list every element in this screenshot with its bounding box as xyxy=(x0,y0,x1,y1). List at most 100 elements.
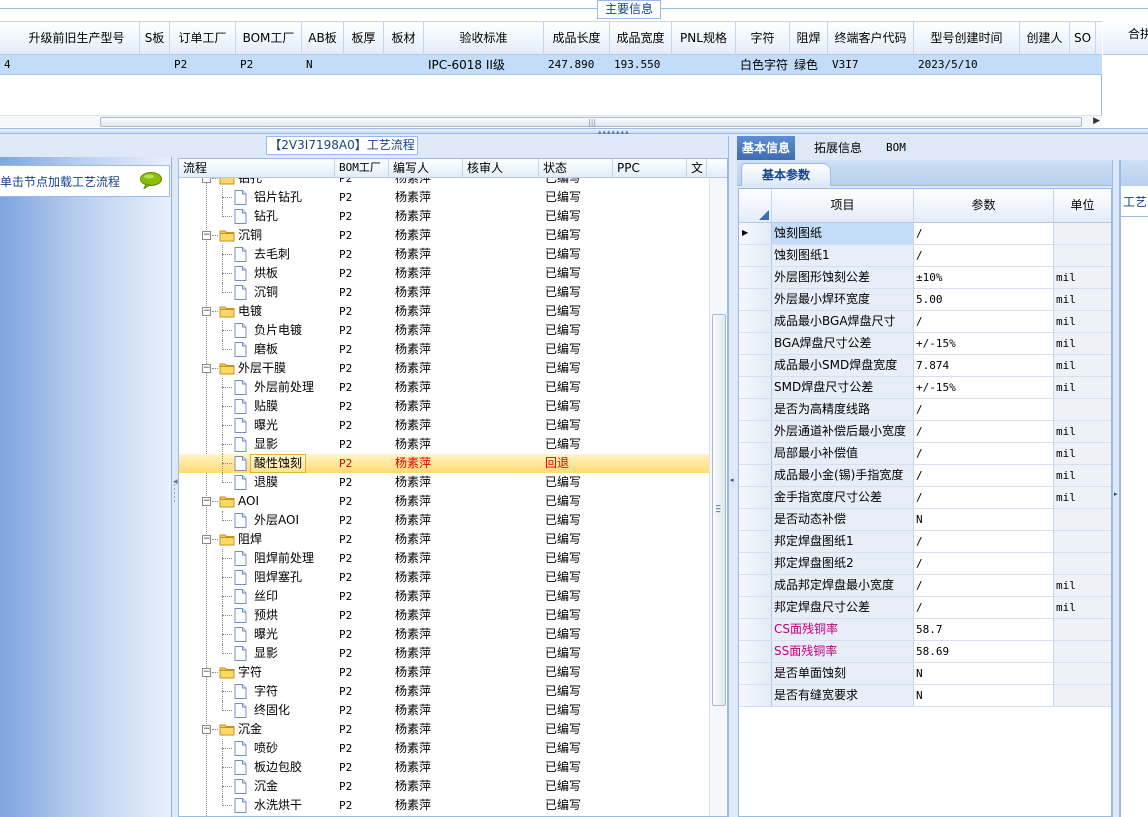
column-header[interactable]: AB板 xyxy=(302,22,344,55)
row-header[interactable]: ▶ xyxy=(739,223,772,244)
column-header[interactable]: 状态 xyxy=(539,159,613,177)
right-splitter[interactable]: ▸ xyxy=(1112,160,1120,817)
tree-step-row[interactable]: 阻焊前处理 P2 杨素萍 已编写 xyxy=(179,549,709,568)
param-value[interactable]: 58.69 xyxy=(914,641,1054,662)
param-value[interactable]: / xyxy=(914,531,1054,552)
row-header[interactable] xyxy=(739,553,772,574)
column-header[interactable]: 参数 xyxy=(914,189,1054,222)
param-row[interactable]: 是否单面蚀刻 N xyxy=(739,663,1111,685)
tree-step-row[interactable]: 显影 P2 杨素萍 已编写 xyxy=(179,644,709,663)
param-value[interactable]: / xyxy=(914,465,1054,486)
row-header[interactable] xyxy=(739,267,772,288)
tab-extended-info[interactable]: 拓展信息 xyxy=(809,136,867,160)
row-header[interactable] xyxy=(739,619,772,640)
tree-group-row[interactable]: − 字符 P2 杨素萍 已编写 xyxy=(179,663,709,682)
column-header[interactable]: 流程 xyxy=(179,159,335,177)
side-panel-label[interactable]: 工艺 xyxy=(1123,193,1147,210)
collapse-arrow-icon[interactable]: ◂ xyxy=(730,476,734,484)
row-header[interactable] xyxy=(739,641,772,662)
param-row[interactable]: BGA焊盘尺寸公差 +/-15% mil xyxy=(739,333,1111,355)
param-value[interactable]: / xyxy=(914,443,1054,464)
column-header[interactable]: 订单工厂 xyxy=(170,22,236,55)
param-row[interactable]: CS面残铜率 58.7 xyxy=(739,619,1111,641)
collapse-toggle-icon[interactable]: − xyxy=(202,725,211,734)
tree-step-row[interactable]: 磨板 P2 杨素萍 已编写 xyxy=(179,340,709,359)
param-row[interactable]: 蚀刻图纸1/ xyxy=(739,245,1111,267)
tree-group-row[interactable]: − 沉金 P2 杨素萍 已编写 xyxy=(179,720,709,739)
param-value[interactable]: / xyxy=(914,553,1054,574)
tree-step-row[interactable]: 终固化 P2 杨素萍 已编写 xyxy=(179,701,709,720)
param-row[interactable]: ▶ 蚀刻图纸 / xyxy=(739,223,1111,245)
tree-step-row[interactable]: 字符 P2 杨素萍 已编写 xyxy=(179,682,709,701)
column-header[interactable]: BOM工厂 xyxy=(335,159,389,177)
tree-step-row[interactable]: 酸性蚀刻 P2 杨素萍 回退 xyxy=(179,454,709,473)
row-header[interactable] xyxy=(739,333,772,354)
tree-step-row[interactable]: 沉铜 P2 杨素萍 已编写 xyxy=(179,283,709,302)
tree-group-row[interactable]: − 铝孔 P2 杨素萍 已编写 xyxy=(179,178,709,188)
tree-step-row[interactable]: 水洗烘干 P2 杨素萍 已编写 xyxy=(179,796,709,815)
tree-step-row[interactable]: 去毛刺 P2 杨素萍 已编写 xyxy=(179,245,709,264)
tree-step-row[interactable]: 退膜 P2 杨素萍 已编写 xyxy=(179,473,709,492)
param-value[interactable]: +/-15% xyxy=(914,333,1054,354)
horizontal-splitter[interactable]: ▴▴▴▴▴▴▴ xyxy=(0,128,1148,136)
params-header-corner[interactable] xyxy=(739,189,772,222)
column-header[interactable]: 单位 xyxy=(1054,189,1111,222)
column-header[interactable]: 型号创建时间 xyxy=(914,22,1020,55)
row-header[interactable] xyxy=(739,663,772,684)
row-header[interactable] xyxy=(739,531,772,552)
param-value[interactable]: / xyxy=(914,575,1054,596)
column-header[interactable]: 创建人 xyxy=(1020,22,1070,55)
row-header[interactable] xyxy=(739,311,772,332)
tab-basic-info[interactable]: 基本信息 xyxy=(737,136,796,160)
column-header[interactable]: 编写人 xyxy=(389,159,463,177)
tree-step-row[interactable]: 沉金 P2 杨素萍 已编写 xyxy=(179,777,709,796)
param-value[interactable]: / xyxy=(914,421,1054,442)
param-row[interactable]: 邦定焊盘尺寸公差 / mil xyxy=(739,597,1111,619)
tree-step-row[interactable]: 曝光 P2 杨素萍 已编写 xyxy=(179,625,709,644)
param-row[interactable]: SS面残铜率 58.69 xyxy=(739,641,1111,663)
row-header[interactable] xyxy=(739,509,772,530)
tab-basic-params[interactable]: 基本参数 xyxy=(741,163,831,186)
tree-step-row[interactable]: 阻焊塞孔 P2 杨素萍 已编写 xyxy=(179,568,709,587)
tree-group-row[interactable]: − 沉铜 P2 杨素萍 已编写 xyxy=(179,226,709,245)
collapse-toggle-icon[interactable]: − xyxy=(202,535,211,544)
tree-step-row[interactable]: 板边包胶 P2 杨素萍 已编写 xyxy=(179,758,709,777)
column-header[interactable]: PNL规格 xyxy=(672,22,736,55)
column-header[interactable]: 验收标准 xyxy=(424,22,544,55)
row-header[interactable] xyxy=(739,355,772,376)
tree-step-row[interactable]: 喷砂 P2 杨素萍 已编写 xyxy=(179,739,709,758)
param-row[interactable]: SMD焊盘尺寸公差 +/-15% mil xyxy=(739,377,1111,399)
column-header[interactable]: 项目 xyxy=(772,189,914,222)
select-all-triangle-icon[interactable] xyxy=(759,210,769,220)
tree-step-row[interactable]: 负片电镀 P2 杨素萍 已编写 xyxy=(179,321,709,340)
param-row[interactable]: 金手指宽度尺寸公差 / mil xyxy=(739,487,1111,509)
param-value[interactable]: 58.7 xyxy=(914,619,1054,640)
column-header[interactable]: 板厚 xyxy=(344,22,384,55)
param-value[interactable]: 5.00 xyxy=(914,289,1054,310)
row-header[interactable] xyxy=(739,421,772,442)
param-row[interactable]: 是否有缝宽要求 N xyxy=(739,685,1111,707)
tree-step-row[interactable]: 烘板 P2 杨素萍 已编写 xyxy=(179,264,709,283)
column-header[interactable]: 板材 xyxy=(384,22,424,55)
collapse-toggle-icon[interactable]: − xyxy=(202,231,211,240)
process-flow-vscrollbar[interactable]: ━ ━ ━ xyxy=(709,178,727,816)
param-value[interactable]: ±10% xyxy=(914,267,1054,288)
param-row[interactable]: 外层图形蚀刻公差 ±10% mil xyxy=(739,267,1111,289)
collapse-toggle-icon[interactable]: − xyxy=(202,307,211,316)
tree-step-row[interactable]: 丝印 P2 杨素萍 已编写 xyxy=(179,587,709,606)
row-header[interactable] xyxy=(739,575,772,596)
param-value[interactable]: N xyxy=(914,509,1054,530)
row-header[interactable] xyxy=(739,377,772,398)
collapse-toggle-icon[interactable]: − xyxy=(202,178,211,183)
row-header[interactable] xyxy=(739,487,772,508)
column-header[interactable]: PPC xyxy=(613,159,687,177)
column-header[interactable]: SO xyxy=(1070,22,1096,55)
tree-group-row[interactable]: − 阻焊 P2 杨素萍 已编写 xyxy=(179,530,709,549)
param-row[interactable]: 成品邦定焊盘最小宽度 / mil xyxy=(739,575,1111,597)
param-row[interactable]: 是否为高精度线路 / xyxy=(739,399,1111,421)
vscroll-thumb[interactable]: ━ ━ ━ xyxy=(712,314,726,706)
tree-step-row[interactable]: 显影 P2 杨素萍 已编写 xyxy=(179,435,709,454)
combine-column-header[interactable]: 合拼 xyxy=(1103,21,1148,55)
param-row[interactable]: 局部最小补偿值 / mil xyxy=(739,443,1111,465)
tree-step-row[interactable]: 外层前处理 P2 杨素萍 已编写 xyxy=(179,378,709,397)
